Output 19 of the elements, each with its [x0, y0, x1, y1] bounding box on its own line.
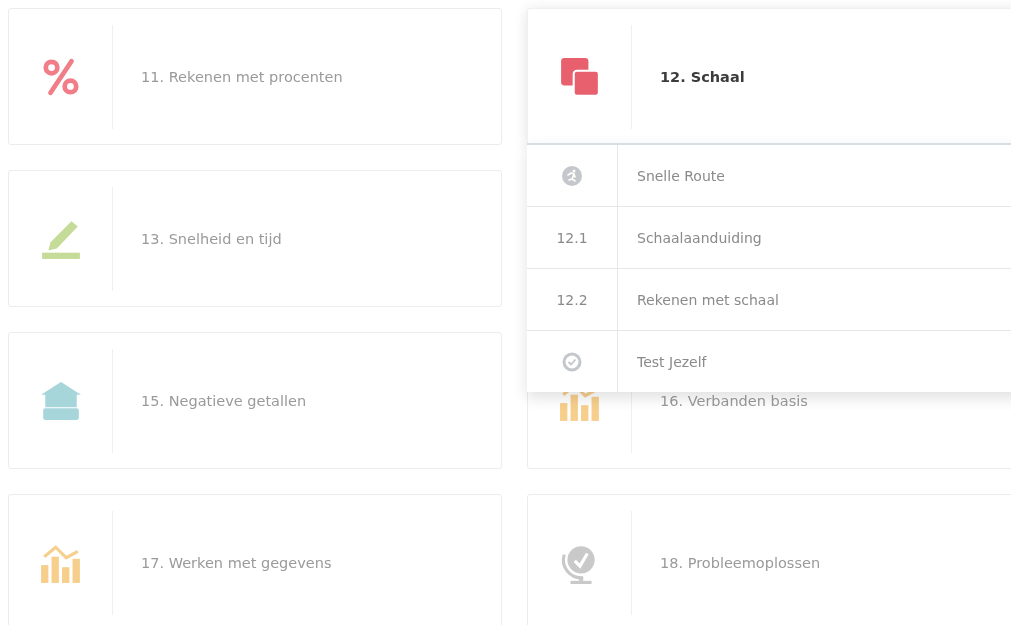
menu-item[interactable]: 12.2 Rekenen met schaal: [527, 269, 1011, 331]
topic-card[interactable]: 17. Werken met gegevens: [8, 494, 502, 625]
card-title: 12. Schaal: [660, 68, 745, 85]
topic-card[interactable]: 18. Probleemoplossen: [527, 494, 1011, 625]
section-number: 12.2: [556, 291, 588, 308]
topic-card[interactable]: 11. Rekenen met procenten: [8, 8, 502, 145]
card-title: 18. Probleemoplossen: [660, 554, 821, 571]
section-number: 12.1: [556, 229, 588, 246]
card-title: 16. Verbanden basis: [660, 392, 808, 409]
card-title: 17. Werken met gegevens: [141, 554, 332, 571]
topic-card[interactable]: 15. Negatieve getallen: [8, 332, 502, 469]
card-title: 11. Rekenen met procenten: [141, 68, 343, 85]
menu-item[interactable]: Snelle Route: [527, 145, 1011, 207]
card-title: 15. Negatieve getallen: [141, 392, 307, 409]
check-circle-icon: [562, 351, 582, 372]
menu-item[interactable]: 12.1 Schaalaanduiding: [527, 207, 1011, 269]
topic-card[interactable]: 13. Snelheid en tijd: [8, 170, 502, 307]
card-title: 13. Snelheid en tijd: [141, 230, 282, 247]
runner-icon: [562, 165, 582, 186]
